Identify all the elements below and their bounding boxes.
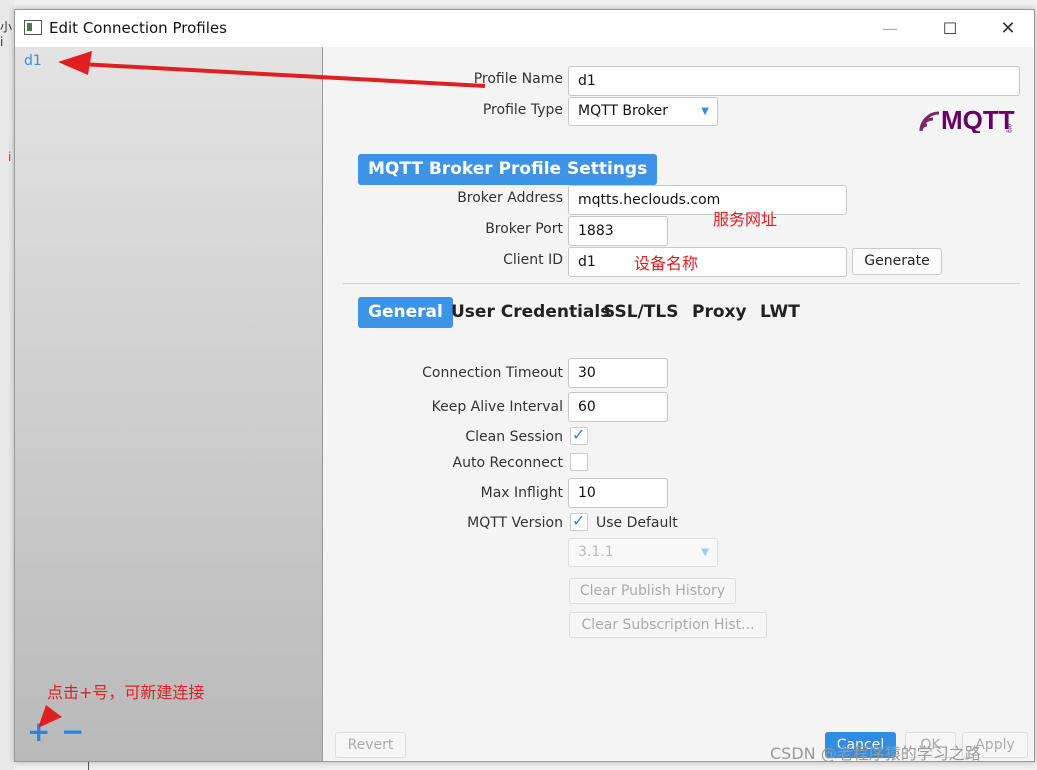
- watermark: CSDN @老程序猿的学习之路: [770, 744, 981, 763]
- broker-address-annotation: 服务网址: [713, 210, 778, 229]
- annotation-arrow-to-profile: [79, 62, 486, 88]
- arrowhead-icon: [38, 705, 62, 728]
- arrowhead-icon: [58, 51, 92, 75]
- add-connection-annotation: 点击+号，可新建连接: [47, 683, 205, 702]
- annotation-arrows: [38, 51, 486, 728]
- client-id-annotation: 设备名称: [634, 254, 699, 273]
